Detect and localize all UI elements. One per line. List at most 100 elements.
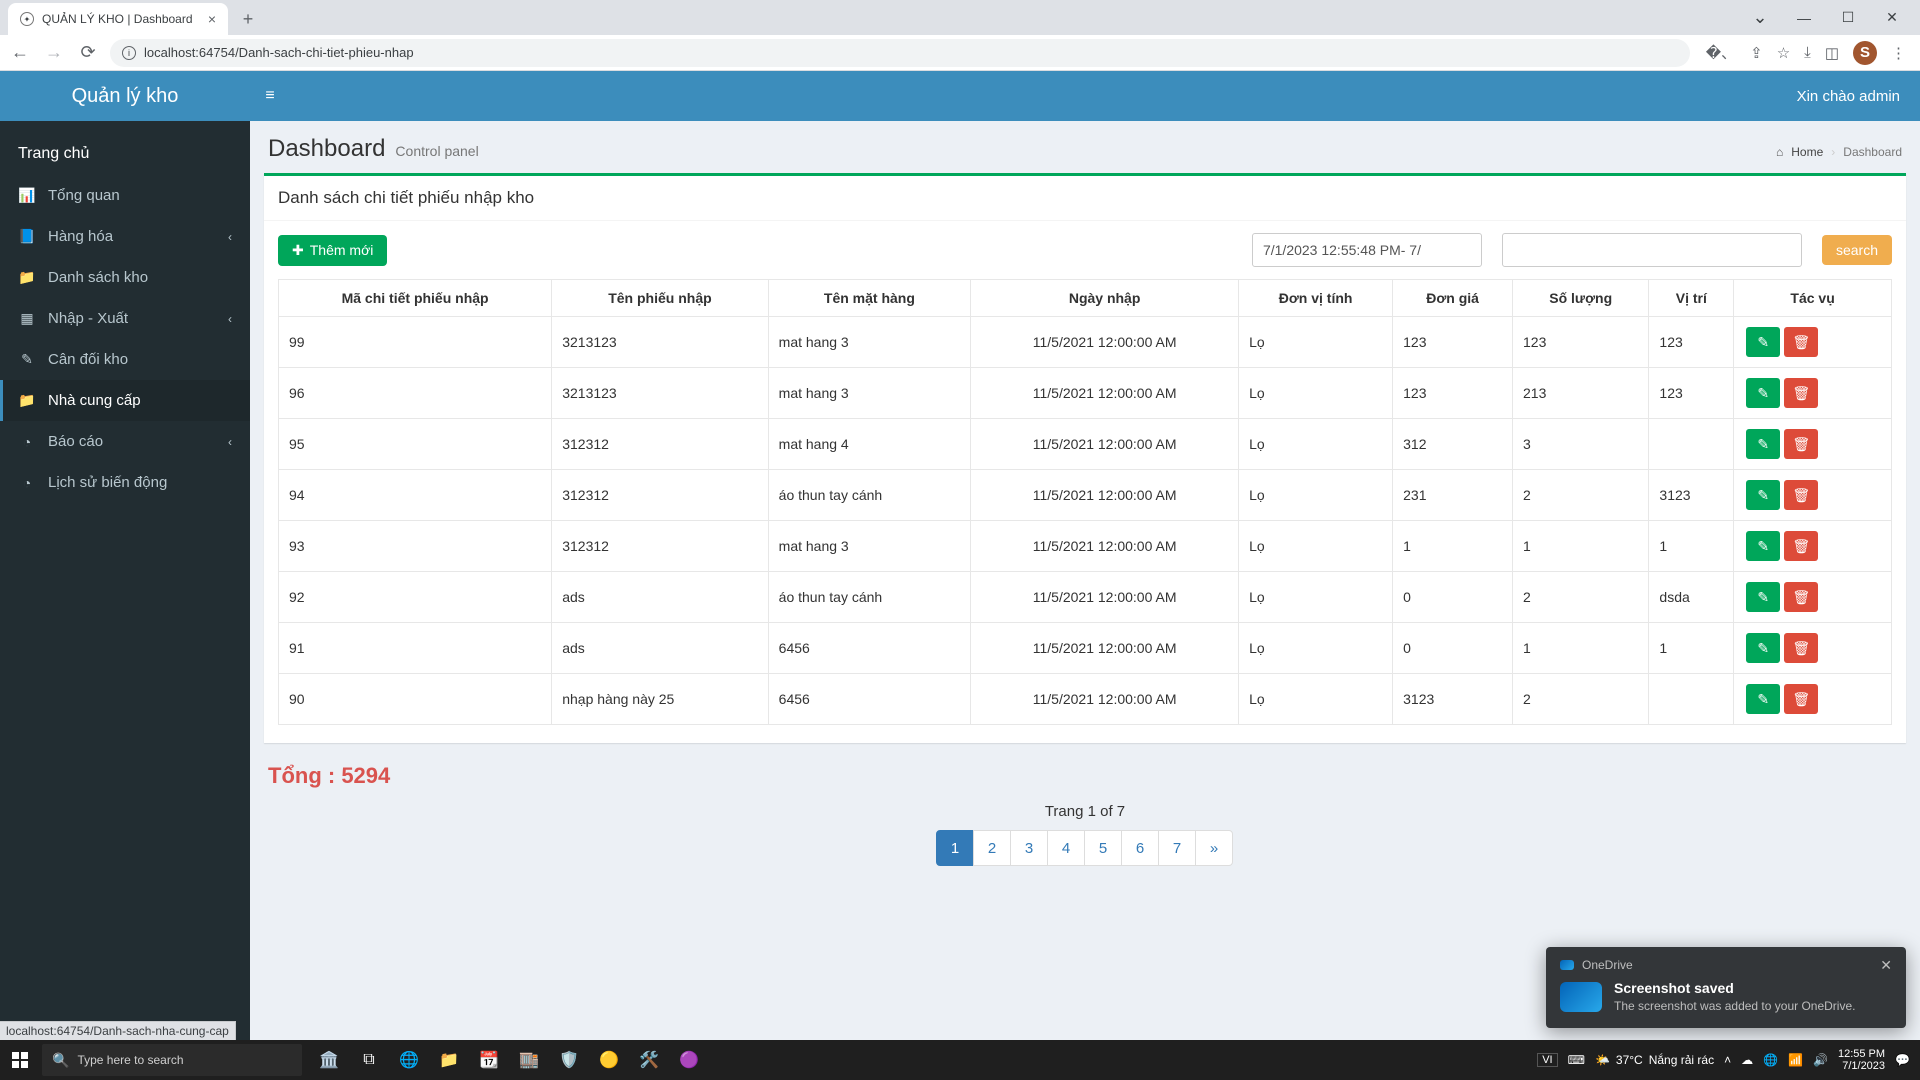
search-input[interactable] [1502, 233, 1802, 267]
sidebar-item-icon: ✎ [18, 351, 36, 368]
kebab-menu-icon[interactable]: ⋮ [1891, 44, 1906, 62]
toast-close-icon[interactable]: ✕ [1880, 957, 1892, 974]
pager-page[interactable]: 1 [936, 830, 974, 866]
window-close-icon[interactable]: ✕ [1872, 9, 1912, 26]
tray-ime-icon[interactable]: ⌨ [1568, 1053, 1585, 1067]
search-icon: 🔍 [52, 1052, 69, 1069]
tab-overflow-icon[interactable]: ⌄ [1740, 7, 1780, 28]
date-range-input[interactable] [1252, 233, 1482, 267]
table-cell: 123 [1393, 317, 1513, 368]
taskbar-pin[interactable]: 📁 [430, 1040, 468, 1080]
sidebar-item-5[interactable]: 📁Nhà cung cấp [0, 380, 250, 421]
tab-close-icon[interactable]: × [208, 11, 216, 27]
sidebar-item-4[interactable]: ✎Cân đối kho [0, 339, 250, 380]
tray-time: 12:55 PM [1838, 1048, 1885, 1060]
window-minimize-icon[interactable]: — [1784, 10, 1824, 26]
delete-button[interactable]: 🗑 [1784, 684, 1818, 714]
task-view-icon[interactable]: ⧉ [350, 1040, 388, 1080]
bookmark-icon[interactable]: ☆ [1777, 44, 1790, 62]
pager-page[interactable]: 6 [1121, 830, 1159, 866]
sidebar-item-6[interactable]: ◔Báo cáo‹ [0, 421, 250, 462]
sidebar-item-7[interactable]: ◔Lịch sử biến động [0, 462, 250, 503]
table-cell: áo thun tay cánh [768, 572, 971, 623]
pager-next[interactable]: » [1195, 830, 1233, 866]
tray-language[interactable]: VI [1537, 1053, 1557, 1067]
edit-button[interactable]: ✎ [1746, 327, 1780, 357]
sidebar-home[interactable]: Trang chủ [0, 133, 250, 175]
breadcrumb-home[interactable]: Home [1791, 145, 1823, 159]
table-cell: áo thun tay cánh [768, 470, 971, 521]
edit-button[interactable]: ✎ [1746, 480, 1780, 510]
taskbar-pin[interactable]: 🏬 [510, 1040, 548, 1080]
pager-page[interactable]: 5 [1084, 830, 1122, 866]
table-cell: 312312 [552, 419, 768, 470]
downloads-icon[interactable]: ⤓ [1804, 44, 1811, 61]
new-tab-button[interactable]: + [234, 5, 262, 33]
delete-button[interactable]: 🗑 [1784, 429, 1818, 459]
tray-notifications-icon[interactable]: 💬 [1895, 1053, 1910, 1067]
edit-button[interactable]: ✎ [1746, 633, 1780, 663]
table-actions-cell: ✎🗑 [1734, 419, 1892, 470]
tray-chevron-icon[interactable]: ˄ [1724, 1053, 1731, 1067]
pager-page[interactable]: 4 [1047, 830, 1085, 866]
sidepanel-icon[interactable]: ◫ [1825, 44, 1839, 62]
taskbar-pin[interactable]: 📆 [470, 1040, 508, 1080]
nav-back-icon[interactable]: ← [8, 42, 32, 63]
delete-button[interactable]: 🗑 [1784, 480, 1818, 510]
tray-volume-icon[interactable]: 🔊 [1813, 1053, 1828, 1067]
table-row: 90nhạp hàng này 25645611/5/2021 12:00:00… [279, 674, 1892, 725]
window-maximize-icon[interactable]: ☐ [1828, 9, 1868, 26]
taskbar-pin[interactable]: 🟣 [670, 1040, 708, 1080]
pager-page[interactable]: 3 [1010, 830, 1048, 866]
share-icon[interactable]: ⇪ [1750, 44, 1763, 62]
sidebar-toggle-icon[interactable]: ≡ [250, 87, 290, 105]
pager: 1234567» [250, 830, 1920, 866]
table-cell: 11/5/2021 12:00:00 AM [971, 674, 1239, 725]
edit-button[interactable]: ✎ [1746, 378, 1780, 408]
nav-reload-icon[interactable]: ⟳ [76, 42, 100, 63]
pager-page[interactable]: 2 [973, 830, 1011, 866]
edit-button[interactable]: ✎ [1746, 429, 1780, 459]
tray-wifi-icon[interactable]: 📶 [1788, 1053, 1803, 1067]
table-cell: mat hang 3 [768, 521, 971, 572]
edit-button[interactable]: ✎ [1746, 684, 1780, 714]
delete-button[interactable]: 🗑 [1784, 633, 1818, 663]
sidebar-item-0[interactable]: 📊Tổng quan [0, 175, 250, 216]
sidebar-item-3[interactable]: ▦Nhập - Xuất‹ [0, 298, 250, 339]
sidebar-item-label: Hàng hóa [48, 228, 113, 245]
sidebar-item-1[interactable]: 📘Hàng hóa‹ [0, 216, 250, 257]
delete-button[interactable]: 🗑 [1784, 531, 1818, 561]
tray-onedrive-icon[interactable]: ☁ [1741, 1053, 1753, 1067]
add-new-button[interactable]: ✚ Thêm mới [278, 235, 387, 266]
edit-button[interactable]: ✎ [1746, 531, 1780, 561]
tray-weather[interactable]: 🌤️ 37°C Nắng rải rác [1595, 1053, 1714, 1067]
browser-tab[interactable]: ✦ QUẢN LÝ KHO | Dashboard × [8, 3, 228, 35]
taskbar-search[interactable]: 🔍 Type here to search [42, 1044, 302, 1076]
content-area: Dashboard Control panel ⌂ Home › Dashboa… [250, 121, 1920, 1041]
sidebar-item-2[interactable]: 📁Danh sách kho [0, 257, 250, 298]
delete-button[interactable]: 🗑 [1784, 378, 1818, 408]
tray-clock[interactable]: 12:55 PM 7/1/2023 [1838, 1048, 1885, 1072]
table-cell: 95 [279, 419, 552, 470]
profile-avatar[interactable]: S [1853, 41, 1877, 65]
app-logo[interactable]: Quản lý kho [0, 85, 250, 108]
taskbar-pin[interactable]: 🏛️ [310, 1040, 348, 1080]
pager-page[interactable]: 7 [1158, 830, 1196, 866]
nav-forward-icon[interactable]: → [42, 42, 66, 63]
edit-button[interactable]: ✎ [1746, 582, 1780, 612]
tray-network-icon[interactable]: 🌐 [1763, 1053, 1778, 1067]
pencil-icon: ✎ [1757, 640, 1769, 657]
search-button[interactable]: search [1822, 235, 1892, 265]
address-bar[interactable]: i localhost:64754/Danh-sach-chi-tiet-phi… [110, 39, 1690, 67]
taskbar-pin[interactable]: 🌐 [390, 1040, 428, 1080]
taskbar-pin[interactable]: 🛠️ [630, 1040, 668, 1080]
delete-button[interactable]: 🗑 [1784, 582, 1818, 612]
table-cell: Lọ [1239, 317, 1393, 368]
taskbar-pin[interactable]: 🛡️ [550, 1040, 588, 1080]
sidebar-item-icon: 📁 [18, 392, 36, 409]
site-info-icon[interactable]: i [122, 46, 136, 60]
start-button[interactable] [0, 1040, 40, 1080]
delete-button[interactable]: 🗑 [1784, 327, 1818, 357]
zoom-icon[interactable]: �、 [1706, 42, 1736, 63]
taskbar-pin[interactable]: 🟡 [590, 1040, 628, 1080]
